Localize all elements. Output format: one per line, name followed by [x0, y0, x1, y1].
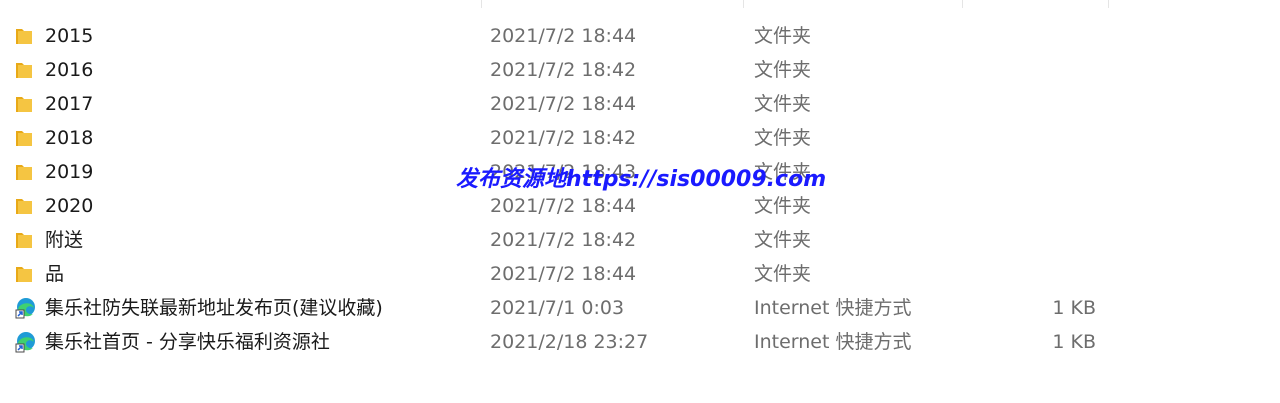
file-name: 2016: [45, 59, 94, 81]
file-size: [1010, 121, 1096, 155]
file-type: 文件夹: [754, 59, 812, 81]
folder-icon: [14, 128, 36, 148]
column-divider[interactable]: [1108, 0, 1109, 8]
file-size: [1010, 155, 1096, 189]
file-name: 2019: [45, 161, 94, 183]
file-size: [1010, 19, 1096, 53]
watermark-text: 发布资源地https://sis00009.com: [456, 167, 827, 192]
file-name: 品: [45, 263, 65, 285]
file-date: 2021/7/1 0:03: [490, 297, 625, 319]
folder-icon: [14, 230, 36, 250]
file-size: [1010, 257, 1096, 291]
file-date: 2021/7/2 18:42: [490, 229, 637, 251]
file-row[interactable]: 2018 2021/7/2 18:42 文件夹: [0, 121, 1280, 155]
file-type: 文件夹: [754, 263, 812, 285]
file-name: 2018: [45, 127, 94, 149]
folder-icon: [14, 162, 36, 182]
file-type: 文件夹: [754, 127, 812, 149]
folder-icon: [14, 264, 36, 284]
file-date: 2021/7/2 18:44: [490, 93, 637, 115]
file-row[interactable]: 集乐社防失联最新地址发布页(建议收藏) 2021/7/1 0:03 Intern…: [0, 291, 1280, 325]
file-type: 文件夹: [754, 25, 812, 47]
file-date: 2021/7/2 18:42: [490, 127, 637, 149]
file-type: Internet 快捷方式: [754, 297, 912, 319]
file-date: 2021/2/18 23:27: [490, 331, 649, 353]
folder-icon: [14, 60, 36, 80]
file-date: 2021/7/2 18:42: [490, 59, 637, 81]
file-name: 2017: [45, 93, 94, 115]
file-name: 2015: [45, 25, 94, 47]
file-name: 2020: [45, 195, 94, 217]
folder-icon: [14, 26, 36, 46]
file-type: Internet 快捷方式: [754, 331, 912, 353]
file-name: 附送: [45, 229, 84, 251]
file-size: [1010, 189, 1096, 223]
file-size: 1 KB: [1052, 331, 1096, 353]
file-row[interactable]: 2017 2021/7/2 18:44 文件夹: [0, 87, 1280, 121]
file-name: 集乐社首页 - 分享快乐福利资源社: [45, 331, 330, 353]
column-divider[interactable]: [481, 0, 482, 8]
file-name: 集乐社防失联最新地址发布页(建议收藏): [45, 297, 383, 319]
file-size: [1010, 223, 1096, 257]
folder-icon: [14, 196, 36, 216]
file-date: 2021/7/2 18:44: [490, 263, 637, 285]
file-size: [1010, 53, 1096, 87]
edge-shortcut-icon: [14, 298, 36, 319]
file-row[interactable]: 品 2021/7/2 18:44 文件夹: [0, 257, 1280, 291]
file-row[interactable]: 附送 2021/7/2 18:42 文件夹: [0, 223, 1280, 257]
edge-shortcut-icon: [14, 332, 36, 353]
file-date: 2021/7/2 18:44: [490, 25, 637, 47]
file-size: 1 KB: [1052, 297, 1096, 319]
file-type: 文件夹: [754, 93, 812, 115]
file-size: [1010, 87, 1096, 121]
file-row[interactable]: 集乐社首页 - 分享快乐福利资源社 2021/2/18 23:27 Intern…: [0, 325, 1280, 359]
file-row[interactable]: 2016 2021/7/2 18:42 文件夹: [0, 53, 1280, 87]
folder-icon: [14, 94, 36, 114]
column-divider[interactable]: [962, 0, 963, 8]
column-divider[interactable]: [743, 0, 744, 8]
file-type: 文件夹: [754, 229, 812, 251]
file-row[interactable]: 2015 2021/7/2 18:44 文件夹: [0, 19, 1280, 53]
